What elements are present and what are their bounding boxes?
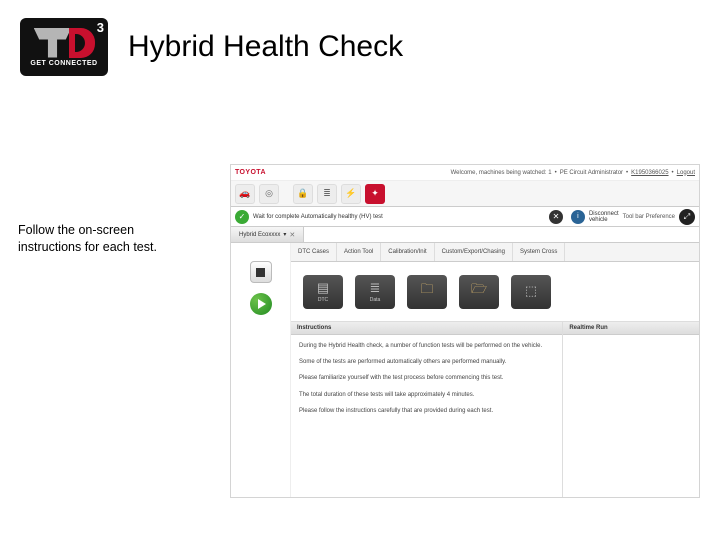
func-dtc[interactable]: ▤DTC — [303, 275, 343, 309]
tab-label: Hybrid Ecoxxxx — [239, 232, 280, 238]
instructions-header: Instructions — [291, 322, 562, 335]
page-title: Hybrid Health Check — [128, 30, 403, 64]
logo-d-glyph — [69, 28, 95, 58]
stop-icon — [256, 268, 265, 277]
cat-system[interactable]: System Cross — [513, 243, 565, 261]
realtime-header: Realtime Run — [563, 322, 699, 335]
toolbar: 🚗 ◎ 🔒 ≣ ⚡ ✦ — [231, 181, 699, 207]
cat-calibration[interactable]: Calibration/Init — [381, 243, 434, 261]
logo-3-sup: 3 — [97, 20, 104, 35]
slide-instruction: Follow the on-screen instructions for ea… — [18, 222, 193, 256]
instr-line-2: Some of the tests are performed automati… — [299, 357, 554, 367]
play-icon — [258, 299, 266, 309]
toolbar-vehicle-icon[interactable]: 🚗 — [235, 184, 255, 204]
logo-subtext: GET CONNECTED — [30, 60, 97, 67]
status-check-icon: ✓ — [235, 210, 249, 224]
td3-logo: 3 GET CONNECTED — [20, 18, 108, 76]
realtime-body — [563, 335, 699, 347]
toolbar-steering-icon[interactable]: ◎ — [259, 184, 279, 204]
logo-t-glyph — [34, 28, 72, 58]
toolbar-bolt-icon[interactable]: ⚡ — [341, 184, 361, 204]
category-tabs: DTC Cases Action Tool Calibration/Init C… — [291, 243, 699, 262]
notice-bar: ✓ Wait for complete Automatically health… — [231, 207, 699, 227]
cat-dtc[interactable]: DTC Cases — [291, 243, 337, 261]
notice-text: Wait for complete Automatically healthy … — [253, 214, 545, 220]
control-column — [231, 243, 291, 497]
app-top-bar: TOYOTA Welcome, machines being watched: … — [231, 165, 699, 181]
stop-button[interactable] — [250, 261, 272, 283]
app-window: TOYOTA Welcome, machines being watched: … — [230, 164, 700, 498]
instr-line-4: The total duration of these tests will t… — [299, 390, 554, 400]
instr-line-3: Please familiarize yourself with the tes… — [299, 373, 554, 383]
info-icon[interactable]: i — [571, 210, 585, 224]
user-id-link[interactable]: K1950366025 — [631, 170, 668, 176]
toolbar-chart-icon[interactable]: ≣ — [317, 184, 337, 204]
func-data[interactable]: ≣Data — [355, 275, 395, 309]
cat-action[interactable]: Action Tool — [337, 243, 381, 261]
cat-custom[interactable]: Custom/Export/Chasing — [435, 243, 513, 261]
disconnect-label: Disconnect vehicle — [589, 211, 619, 223]
logout-link[interactable]: Logout — [677, 170, 695, 176]
realtime-panel: Realtime Run — [563, 322, 699, 497]
toolbar-pref-label: Tool bar Preference — [623, 214, 675, 220]
func-utility[interactable]: 🗁 — [459, 275, 499, 309]
vehicles-watched: Welcome, machines being watched: 1 — [451, 170, 552, 176]
brand-label: TOYOTA — [235, 169, 266, 176]
session-tabs: Hybrid Ecoxxxx ▾ ✕ — [231, 227, 699, 243]
instr-line-1: During the Hybrid Health check, a number… — [299, 341, 554, 351]
toolbar-alert-icon[interactable]: ✦ — [365, 184, 385, 204]
chevron-down-icon: ▾ — [283, 231, 286, 238]
instructions-body: During the Hybrid Health check, a number… — [291, 335, 562, 428]
instructions-panel: Instructions During the Hybrid Health ch… — [291, 322, 563, 497]
play-button[interactable] — [250, 293, 272, 315]
tab-hybrid[interactable]: Hybrid Ecoxxxx ▾ ✕ — [231, 227, 304, 242]
top-right-info: Welcome, machines being watched: 1 • PE … — [451, 170, 695, 176]
function-icon-row: ▤DTC ≣Data 🗀 🗁 ⬚ — [291, 262, 699, 322]
tab-close-icon[interactable]: ✕ — [289, 231, 295, 239]
user-role: PE Circuit Administrator — [560, 170, 623, 176]
func-other[interactable]: ⬚ — [511, 275, 551, 309]
notice-close-icon[interactable]: ✕ — [549, 210, 563, 224]
expand-icon[interactable]: ⤢ — [679, 209, 695, 225]
func-folder[interactable]: 🗀 — [407, 275, 447, 309]
instr-line-5: Please follow the instructions carefully… — [299, 406, 554, 416]
toolbar-lock-icon[interactable]: 🔒 — [293, 184, 313, 204]
